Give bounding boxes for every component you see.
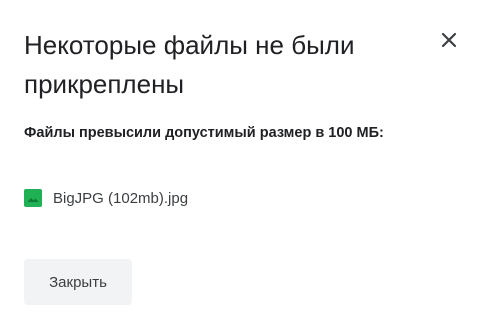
error-message: Файлы превысили допустимый размер в 100 … [24, 125, 384, 141]
file-list-item: BigJPG (102mb).jpg [24, 186, 188, 210]
dialog-title: Некоторые файлы не были прикреплены [24, 30, 355, 99]
attachment-error-dialog: Некоторые файлы не были прикреплены Файл… [0, 0, 480, 329]
image-file-icon [24, 189, 42, 207]
file-name: BigJPG (102mb).jpg [53, 189, 189, 207]
close-button[interactable]: Закрыть [24, 259, 132, 305]
close-icon[interactable] [434, 25, 464, 55]
